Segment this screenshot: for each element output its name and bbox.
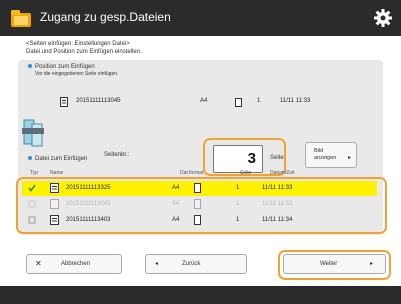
column-header-date: Datum/Zeit — [270, 170, 295, 176]
position-section-subtitle: Vor die eingegebenen Seite einfügen. — [35, 71, 119, 77]
instruction-line-2: Datei und Position zum Einfügen einstell… — [26, 49, 142, 55]
footer-bar — [0, 286, 401, 304]
next-button-highlight — [278, 250, 391, 280]
position-file-row: 20151111113045 A4 1 11/11 11:33 — [60, 96, 360, 108]
column-header-name: Name — [50, 170, 64, 176]
row-file-date: 11/11 11:33 — [262, 185, 293, 191]
chevron-right-icon: ▸ — [347, 155, 351, 161]
table-row[interactable]: 20151111113045 A4 1 11/11 11:32 — [22, 197, 377, 212]
file-icon — [50, 215, 59, 225]
page-number-label: Seitenbr.: — [104, 152, 130, 158]
cancel-button[interactable]: ✕ Abbrechen — [26, 254, 122, 274]
folder-icon — [11, 10, 31, 27]
row-file-name: 20151111113403 — [66, 217, 111, 223]
row-file-name: 20151111113325 — [66, 185, 111, 191]
column-header-format: Dat.format — [180, 170, 204, 176]
column-header-pages: Seite — [240, 170, 252, 176]
window-title: Zugang zu gesp.Dateien — [40, 10, 171, 24]
position-file-size: A4 — [200, 98, 208, 104]
preview-label-line-1: Bild — [314, 148, 324, 154]
page-icon — [194, 215, 201, 225]
file-icon — [50, 199, 59, 209]
row-file-size: A4 — [172, 185, 180, 191]
page-icon — [235, 98, 242, 107]
printer-icon — [22, 119, 44, 147]
instruction-line-1: <Seiten einfügen: Einstellungen Datei> — [26, 41, 130, 47]
position-file-date: 11/11 11:33 — [280, 98, 311, 104]
gear-icon[interactable] — [373, 8, 393, 28]
page-icon — [194, 199, 201, 209]
row-file-size: A4 — [172, 217, 180, 223]
preview-button[interactable]: Bild anzeigen ▸ — [305, 142, 357, 168]
row-file-pages: 1 — [236, 185, 240, 191]
row-file-size: A4 — [172, 201, 180, 207]
file-icon — [50, 183, 59, 193]
checkbox-icon — [28, 216, 36, 224]
back-button[interactable]: ◂ Zurück — [145, 254, 247, 274]
table-row[interactable]: 20151111113403 A4 1 11/11 11:34 — [22, 213, 377, 228]
column-header-type: Typ — [30, 170, 39, 176]
checkbox-icon — [28, 200, 36, 208]
table-row[interactable]: 20151111113325 A4 1 11/11 11:33 — [22, 181, 377, 196]
row-file-date: 11/11 11:32 — [262, 201, 293, 207]
row-file-pages: 1 — [236, 201, 240, 207]
row-file-pages: 1 — [236, 217, 240, 223]
check-icon — [28, 184, 36, 192]
insert-section-title: Datei zum Einfügen — [28, 156, 87, 163]
row-file-date: 11/11 11:34 — [262, 217, 293, 223]
back-label: Zurück — [182, 261, 201, 267]
position-section-title: Position zum Einfügen — [28, 64, 95, 71]
position-file-name: 20151111113045 — [76, 98, 121, 104]
instructions: <Seiten einfügen: Einstellungen Datei> D… — [26, 40, 142, 56]
file-icon — [60, 97, 68, 107]
page-icon — [194, 183, 201, 193]
close-icon: ✕ — [35, 259, 42, 268]
position-file-pages: 1 — [257, 98, 261, 104]
chevron-left-icon: ◂ — [155, 261, 159, 267]
title-bar: Zugang zu gesp.Dateien — [0, 0, 401, 36]
cancel-label: Abbrechen — [61, 261, 91, 267]
row-file-name: 20151111113045 — [66, 201, 111, 207]
